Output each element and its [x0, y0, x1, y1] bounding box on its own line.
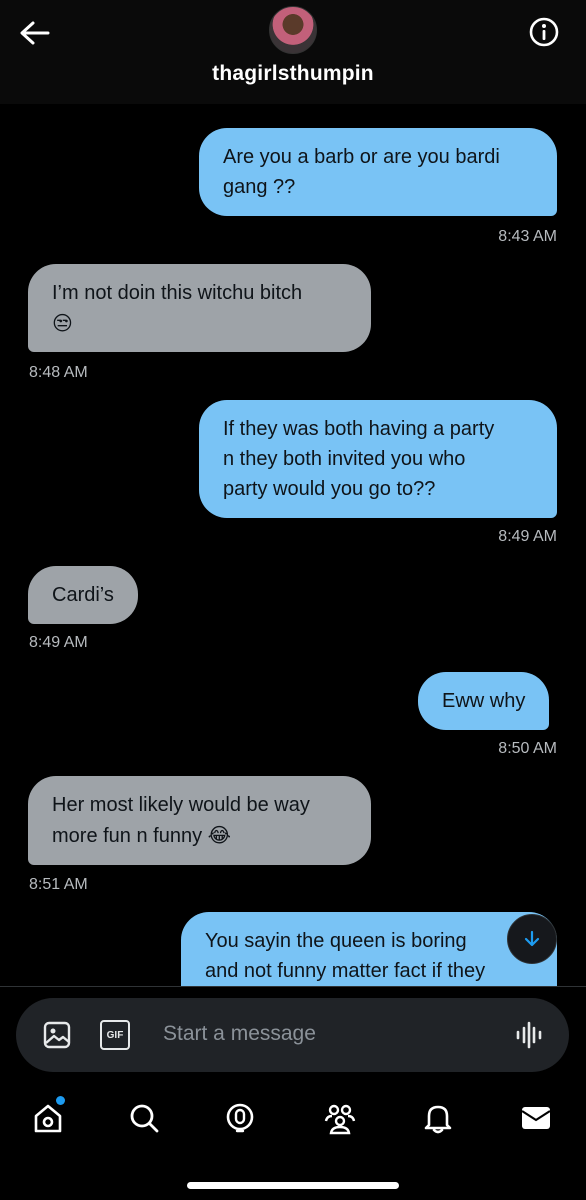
message-bubble-received[interactable]: I’m not doin this witchu bitch 😒: [28, 264, 371, 352]
message-line: I’m not doin this witchu bitch: [52, 282, 303, 304]
message-timestamp: 8:49 AM: [29, 634, 88, 651]
message-input[interactable]: Start a message: [163, 1022, 316, 1046]
message-line: gang ??: [223, 176, 296, 198]
scroll-to-bottom-button[interactable]: [507, 914, 557, 964]
conversation-header: thagirlsthumpin: [0, 0, 586, 104]
message-bubble-sent[interactable]: You sayin the queen is boring and not fu…: [181, 912, 557, 986]
message-line: You sayin the queen is boring: [205, 930, 467, 952]
arrow-down-icon: [524, 930, 540, 947]
voice-waveform-icon[interactable]: [514, 1020, 544, 1050]
message-line: If they was both having a party: [223, 418, 495, 440]
message-line: party would you go to??: [223, 478, 436, 500]
grok-icon: [226, 1103, 254, 1133]
laughing-tears-emoji: 😂: [207, 823, 232, 847]
info-button[interactable]: [528, 16, 560, 48]
notification-dot: [56, 1096, 65, 1105]
message-timestamp: 8:50 AM: [498, 740, 557, 757]
tab-search[interactable]: [124, 1098, 164, 1138]
conversation-username[interactable]: thagirlsthumpin: [0, 62, 586, 86]
divider: [0, 986, 586, 987]
message-thread[interactable]: Are you a barb or are you bardi gang ?? …: [0, 104, 586, 986]
message-timestamp: 8:48 AM: [29, 364, 88, 381]
message-line: Her most likely would be way: [52, 794, 310, 816]
tab-home[interactable]: [28, 1096, 68, 1138]
message-bubble-received[interactable]: Her most likely would be way more fun n …: [28, 776, 371, 865]
tab-messages[interactable]: [516, 1098, 556, 1138]
message-timestamp: 8:49 AM: [498, 528, 557, 545]
message-line: and not funny matter fact if they: [205, 960, 486, 982]
message-line: n they both invited you who: [223, 448, 466, 470]
gif-button[interactable]: GIF: [100, 1020, 130, 1050]
notifications-icon: [424, 1105, 452, 1134]
message-bubble-sent[interactable]: Are you a barb or are you bardi gang ??: [199, 128, 557, 216]
communities-icon: [324, 1104, 356, 1135]
message-line: Are you a barb or are you bardi: [223, 146, 500, 168]
messages-icon: [521, 1107, 551, 1129]
message-bubble-sent[interactable]: If they was both having a party n they b…: [199, 400, 557, 518]
message-line: Eww why: [442, 690, 526, 712]
avatar[interactable]: [269, 6, 317, 54]
message-line: more fun n funny 😂: [52, 823, 232, 847]
image-icon[interactable]: [42, 1020, 72, 1050]
message-bubble-sent[interactable]: Eww why: [418, 672, 550, 730]
back-arrow-icon: [20, 21, 50, 45]
info-icon: [529, 17, 559, 47]
tab-notifications[interactable]: [418, 1098, 458, 1138]
tab-grok[interactable]: [220, 1098, 260, 1138]
home-indicator: [187, 1182, 399, 1189]
message-timestamp: 8:51 AM: [29, 876, 88, 893]
gif-label: GIF: [106, 1029, 124, 1041]
message-bubble-received[interactable]: Cardi’s: [28, 566, 138, 624]
tab-communities[interactable]: [320, 1098, 360, 1138]
message-timestamp: 8:43 AM: [498, 228, 557, 245]
unamused-face-emoji: 😒: [52, 311, 73, 335]
search-icon: [130, 1104, 159, 1133]
message-line: Cardi’s: [52, 584, 114, 606]
back-button[interactable]: [18, 18, 52, 48]
message-composer[interactable]: GIF Start a message: [16, 998, 569, 1072]
home-icon: [34, 1104, 62, 1133]
